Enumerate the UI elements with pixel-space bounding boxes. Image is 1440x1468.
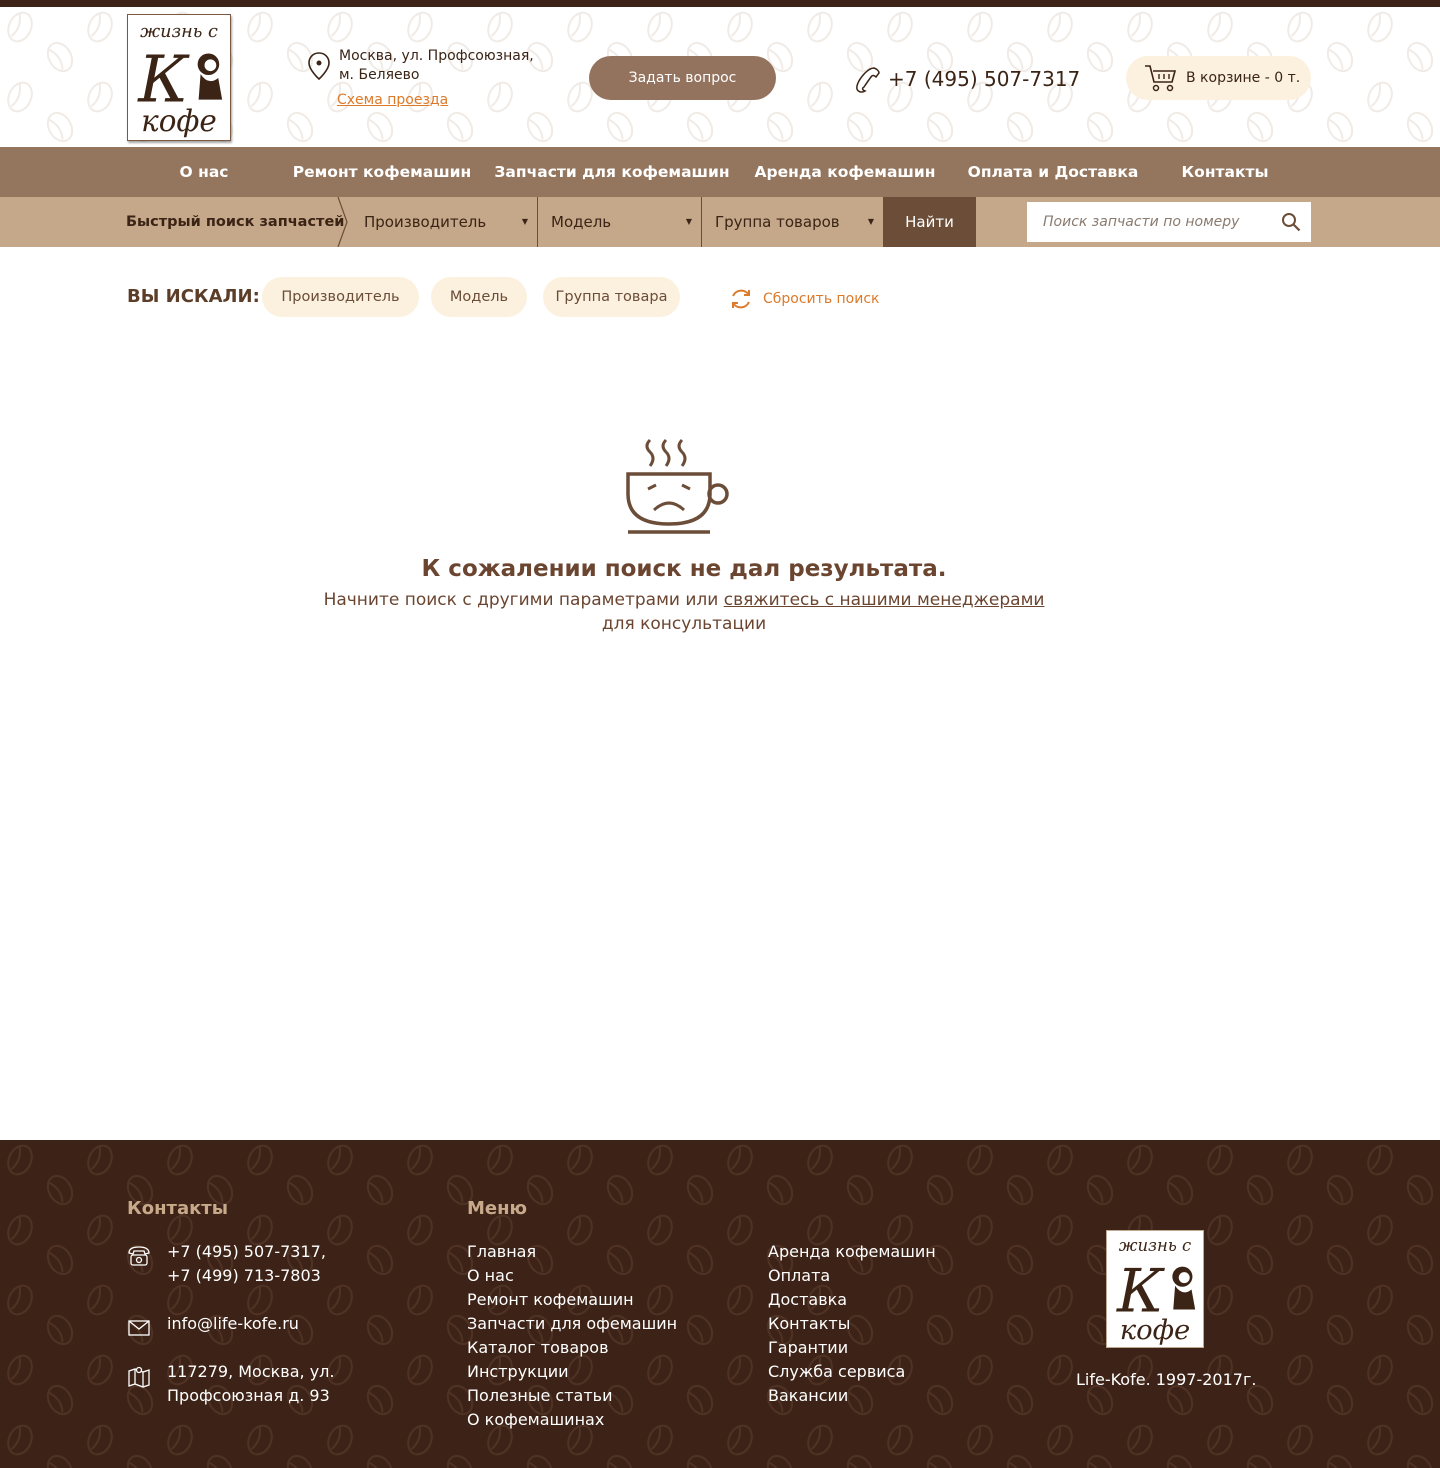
footer-contacts-title: Контакты <box>127 1198 229 1219</box>
nav-item-rental[interactable]: Аренда кофемашин <box>755 147 936 197</box>
breadcrumb-arrow-icon <box>337 197 348 247</box>
sad-coffee-cup-icon <box>626 438 729 534</box>
coffee-bean-pattern <box>0 1140 1440 1468</box>
manufacturer-select-value: Производитель <box>364 213 487 231</box>
nav-item-about[interactable]: О нас <box>180 147 229 197</box>
telephone-icon <box>128 1246 150 1266</box>
quick-search-label: Быстрый поиск запчастей <box>126 214 345 230</box>
filter-chip-model[interactable]: Модель <box>431 277 527 317</box>
site-logo[interactable]: жизнь с К кофе <box>127 14 231 141</box>
reset-search-button[interactable]: Сбросить поиск <box>729 287 879 311</box>
group-select[interactable]: Группа товаров ▼ <box>702 197 883 247</box>
logo-line1: жизнь с <box>140 22 218 42</box>
footer-menu-item[interactable]: Аренда кофемашин <box>768 1240 936 1264</box>
footer-menu-item[interactable]: Полезные статьи <box>467 1384 677 1408</box>
logo-line2: кофе <box>141 104 217 138</box>
phone-handset-icon <box>856 67 880 93</box>
footer-menu-item[interactable]: О кофемашинах <box>467 1408 677 1432</box>
header-phone[interactable]: +7 (495) 507-7317 <box>853 65 1080 93</box>
site-footer: Контакты +7 (495) 507-7317, +7 (499) 713… <box>0 1140 1440 1468</box>
footer-menu-item[interactable]: Запчасти для офемашин <box>467 1312 677 1336</box>
footer-logo-line1: жизнь с <box>1119 1236 1191 1255</box>
ask-question-button[interactable]: Задать вопрос <box>589 56 776 100</box>
empty-result-title: К сожалении поиск не дал результата. <box>421 556 947 582</box>
find-button[interactable]: Найти <box>883 197 976 247</box>
address-line-2: м. Беляево <box>339 67 420 83</box>
footer-menu-col-2: Аренда кофемашин Оплата Доставка Контакт… <box>768 1240 936 1408</box>
search-icon[interactable] <box>1281 212 1301 232</box>
nav-item-parts[interactable]: Запчасти для кофемашин <box>494 147 729 197</box>
footer-address-line-1: 117279, Москва, ул. <box>167 1362 335 1381</box>
nav-item-payment-delivery[interactable]: Оплата и Доставка <box>968 147 1139 197</box>
model-select[interactable]: Модель ▼ <box>538 197 701 247</box>
manufacturer-select[interactable]: Производитель ▼ <box>351 197 537 247</box>
footer-menu-item[interactable]: Вакансии <box>768 1384 936 1408</box>
chevron-down-icon: ▼ <box>867 217 874 226</box>
part-number-input[interactable] <box>1027 202 1267 242</box>
copyright: Life-Kofe. 1997-2017г. <box>1076 1370 1257 1389</box>
footer-menu-item[interactable]: Служба сервиса <box>768 1360 936 1384</box>
footer-email-link[interactable]: info@life-kofe.ru <box>167 1312 299 1336</box>
footer-menu-item[interactable]: Гарантии <box>768 1336 936 1360</box>
footer-menu-col-1: Главная О нас Ремонт кофемашин Запчасти … <box>467 1240 677 1432</box>
footer-phone-1[interactable]: +7 (495) 507-7317, <box>167 1240 326 1264</box>
map-link[interactable]: Схема проезда <box>337 92 448 108</box>
group-select-value: Группа товаров <box>715 213 840 231</box>
footer-phone-2[interactable]: +7 (499) 713-7803 <box>167 1264 326 1288</box>
filter-chip-group[interactable]: Группа товара <box>543 277 680 317</box>
footer-menu-title: Меню <box>467 1198 528 1219</box>
footer-menu-item[interactable]: Контакты <box>768 1312 936 1336</box>
footer-menu-item[interactable]: Доставка <box>768 1288 936 1312</box>
footer-logo-line2: кофе <box>1120 1315 1191 1346</box>
footer-menu-item[interactable]: О нас <box>467 1264 677 1288</box>
chevron-down-icon: ▼ <box>685 217 692 226</box>
model-select-value: Модель <box>551 213 612 231</box>
cart-label: В корзине - 0 т. <box>1186 70 1301 86</box>
address-line-1: Москва, ул. Профсоюзная, <box>339 48 534 64</box>
nav-item-repair[interactable]: Ремонт кофемашин <box>293 147 472 197</box>
envelope-icon <box>128 1320 150 1336</box>
refresh-icon <box>732 289 750 309</box>
searched-label: ВЫ ИСКАЛИ: <box>127 286 260 307</box>
footer-menu-item[interactable]: Каталог товаров <box>467 1336 677 1360</box>
contact-managers-link[interactable]: свяжитесь с нашими менеджерами <box>724 590 1045 610</box>
nav-item-contacts[interactable]: Контакты <box>1182 147 1269 197</box>
empty-text-after: для консультации <box>601 614 767 634</box>
phone-number: +7 (495) 507-7317 <box>888 67 1081 91</box>
quick-search-bar: Быстрый поиск запчастей Производитель ▼ … <box>0 197 1440 247</box>
top-strip <box>0 0 1440 7</box>
filter-chip-manufacturer[interactable]: Производитель <box>262 277 419 317</box>
part-number-search <box>1027 202 1311 242</box>
site-header: жизнь с К кофе Москва, ул. Профсоюзная, … <box>0 7 1440 147</box>
map-icon <box>128 1366 150 1388</box>
reset-search-label: Сбросить поиск <box>763 291 880 307</box>
chevron-down-icon: ▼ <box>521 217 528 226</box>
empty-result-text: Начните поиск с другими параметрами или … <box>300 588 1068 636</box>
cart-icon <box>1145 65 1177 92</box>
footer-menu-item[interactable]: Ремонт кофемашин <box>467 1288 677 1312</box>
cart-button[interactable]: В корзине - 0 т. <box>1126 56 1311 100</box>
footer-menu-item[interactable]: Инструкции <box>467 1360 677 1384</box>
footer-address-line-2: Профсоюзная д. 93 <box>167 1386 330 1405</box>
address-text: Москва, ул. Профсоюзная, м. Беляево <box>339 47 549 85</box>
footer-menu-item[interactable]: Оплата <box>768 1264 936 1288</box>
empty-text-before: Начните поиск с другими параметрами или <box>323 590 724 610</box>
footer-logo[interactable]: жизнь с К кофе <box>1106 1230 1204 1348</box>
footer-menu-item[interactable]: Главная <box>467 1240 677 1264</box>
main-nav: О нас Ремонт кофемашин Запчасти для кофе… <box>0 147 1440 197</box>
location-pin-icon <box>308 52 330 80</box>
